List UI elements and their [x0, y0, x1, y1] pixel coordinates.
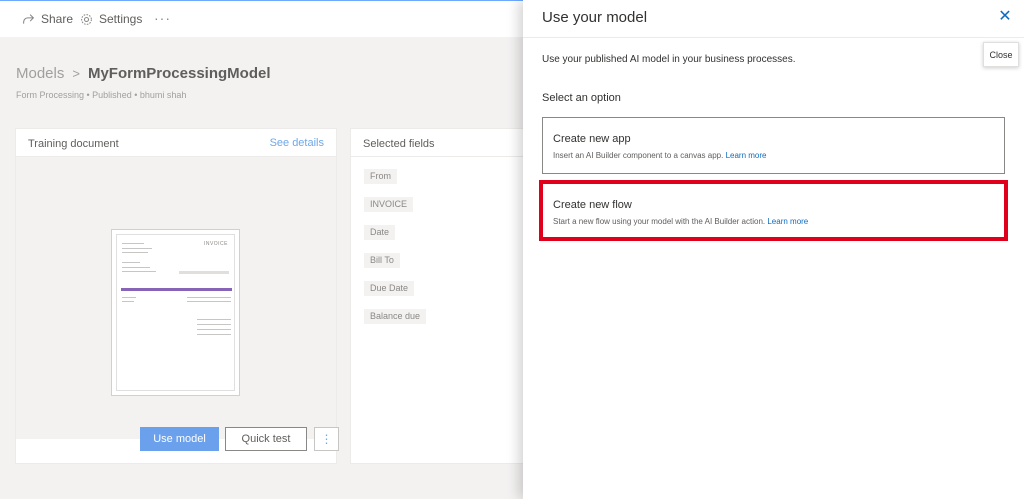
doc-line — [122, 271, 156, 272]
panel-title: Use your model — [542, 9, 648, 26]
page-title: MyFormProcessingModel — [87, 65, 271, 82]
more-options-button[interactable]: ⋮ — [314, 427, 339, 451]
use-model-button[interactable]: Use model — [140, 427, 219, 451]
divider — [523, 37, 1024, 38]
doc-line — [122, 243, 144, 244]
doc-line — [179, 271, 229, 274]
doc-line — [187, 301, 231, 302]
learn-more-link[interactable]: Learn more — [726, 151, 767, 160]
field-tag[interactable]: From — [364, 169, 397, 184]
doc-line — [197, 319, 231, 320]
settings-button[interactable]: Settings — [80, 12, 142, 26]
field-tag[interactable]: Due Date — [364, 281, 415, 296]
option-description: Start a new flow using your model with t… — [553, 217, 808, 226]
share-label: Share — [41, 12, 74, 26]
doc-line — [197, 334, 231, 335]
doc-table-header — [121, 288, 232, 291]
option-title: Create new flow — [553, 199, 632, 211]
selected-fields-card: Selected fields From INVOICE Date Bill T… — [350, 128, 550, 464]
divider — [351, 156, 549, 157]
field-tag[interactable]: Bill To — [364, 253, 400, 268]
doc-line — [197, 329, 231, 330]
settings-label: Settings — [99, 12, 143, 26]
breadcrumb: Models > MyFormProcessingModel — [16, 65, 271, 82]
doc-line — [187, 297, 231, 298]
training-document-card: Training document See details INVOICE Us… — [15, 128, 339, 464]
close-tooltip: Close — [983, 42, 1019, 67]
field-tag[interactable]: Date — [364, 225, 396, 240]
field-tag[interactable]: Balance due — [364, 309, 427, 324]
learn-more-link[interactable]: Learn more — [767, 217, 808, 226]
card-title: Training document — [28, 138, 119, 150]
doc-heading: INVOICE — [203, 241, 228, 247]
quick-test-button[interactable]: Quick test — [225, 427, 307, 451]
create-new-flow-option[interactable]: Create new flow Start a new flow using y… — [539, 180, 1008, 241]
breadcrumb-models-link[interactable]: Models — [16, 65, 64, 82]
close-icon[interactable]: ✕ — [997, 9, 1013, 25]
doc-line — [122, 252, 148, 253]
document-page: INVOICE — [116, 234, 235, 391]
option-description: Insert an AI Builder component to a canv… — [553, 151, 766, 160]
document-thumbnail[interactable]: INVOICE — [111, 229, 240, 396]
doc-line — [197, 324, 231, 325]
doc-line — [122, 297, 136, 298]
gear-icon — [81, 13, 92, 25]
doc-line — [122, 301, 134, 302]
create-new-app-option[interactable]: Create new app Insert an AI Builder comp… — [542, 117, 1005, 174]
doc-line — [122, 267, 150, 268]
option-title: Create new app — [553, 133, 631, 145]
share-button[interactable]: Share — [22, 12, 73, 26]
section-label: Select an option — [542, 92, 621, 104]
see-details-link[interactable]: See details — [270, 137, 324, 149]
model-subtitle: Form Processing • Published • bhumi shah — [16, 90, 187, 100]
document-preview-area: INVOICE — [16, 157, 336, 439]
more-commands-button[interactable]: ··· — [154, 10, 171, 26]
card-title: Selected fields — [363, 138, 435, 150]
use-your-model-panel: Use your model ✕ Use your published AI m… — [523, 0, 1024, 499]
panel-description: Use your published AI model in your busi… — [542, 54, 796, 65]
share-icon — [23, 13, 35, 24]
chevron-right-icon: > — [72, 66, 80, 81]
field-tag[interactable]: INVOICE — [364, 197, 414, 212]
option-description-text: Start a new flow using your model with t… — [553, 217, 766, 226]
doc-line — [122, 262, 140, 263]
doc-line — [122, 248, 152, 249]
option-description-text: Insert an AI Builder component to a canv… — [553, 151, 724, 160]
